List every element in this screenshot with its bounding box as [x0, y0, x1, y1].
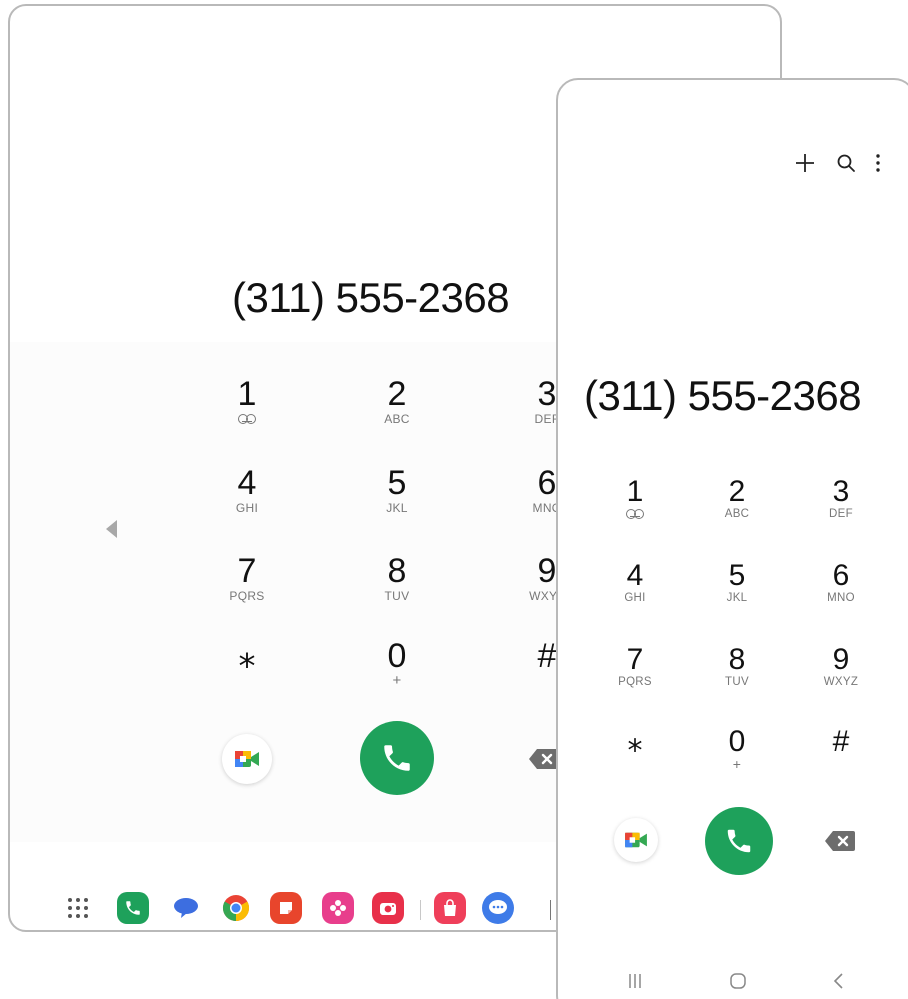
notes-app-icon[interactable] [270, 892, 302, 924]
key-letters: ABC [384, 412, 410, 426]
navigation-bar [558, 970, 908, 999]
camera-app-icon[interactable] [372, 892, 404, 924]
key-star[interactable]: ⁎ [590, 726, 680, 758]
key-5[interactable]: 5 JKL [347, 465, 447, 515]
key-digit: 2 [387, 375, 407, 413]
add-icon[interactable] [794, 152, 816, 174]
key-digit: 8 [387, 552, 407, 590]
home-icon[interactable] [729, 972, 747, 990]
backspace-icon [825, 831, 855, 851]
chrome-app-icon[interactable] [220, 892, 252, 924]
key-letters: MNO [827, 592, 855, 604]
key-letters: ABC [724, 508, 750, 520]
key-letters: GHI [235, 501, 259, 515]
blossom-app-icon[interactable] [322, 892, 354, 924]
apps-grid-icon[interactable] [68, 898, 90, 920]
key-4[interactable]: 4 GHI [197, 465, 297, 515]
key-digit: 2 [728, 475, 746, 508]
voicemail-icon [625, 508, 645, 519]
key-8[interactable]: 8 TUV [347, 553, 447, 603]
key-1[interactable]: 1 [590, 476, 680, 522]
call-button[interactable] [705, 807, 773, 875]
key-digit: 3 [832, 475, 850, 508]
phone-app-icon[interactable] [117, 892, 149, 924]
more-options-icon[interactable] [874, 153, 882, 173]
meet-icon [625, 832, 647, 848]
voicemail-icon [237, 413, 257, 424]
chat-app-icon[interactable] [482, 892, 514, 924]
key-digit: 9 [832, 643, 850, 676]
phone-device: (311) 555-2368 1 2 ABC 3 DEF 4 GHI 5 JKL… [556, 78, 908, 999]
key-digit: 8 [728, 643, 746, 676]
taskbar-divider [550, 900, 551, 920]
key-digit: 4 [237, 464, 257, 502]
key-digit: 7 [626, 643, 644, 676]
key-letters: + [732, 756, 742, 772]
video-call-button[interactable] [222, 734, 272, 784]
delete-button[interactable] [824, 830, 856, 852]
key-letters: DEF [829, 508, 853, 520]
key-letters: PQRS [618, 676, 652, 688]
key-digit: 4 [626, 559, 644, 592]
key-letters: + [392, 672, 402, 689]
call-button[interactable] [360, 721, 434, 795]
key-7[interactable]: 7 PQRS [197, 553, 297, 603]
key-letters: PQRS [229, 589, 265, 603]
key-digit: 5 [387, 464, 407, 502]
key-letters: TUV [384, 589, 410, 603]
key-9[interactable]: 9 WXYZ [796, 644, 886, 689]
key-1[interactable]: 1 [197, 376, 297, 426]
key-digit: # [832, 725, 850, 758]
key-digit: 5 [728, 559, 746, 592]
messages-app-icon[interactable] [170, 892, 202, 924]
key-digit: 0 [728, 725, 746, 758]
key-2[interactable]: 2 ABC [692, 476, 782, 521]
back-icon[interactable] [832, 972, 846, 990]
dialed-number: (311) 555-2368 [584, 372, 862, 419]
key-0[interactable]: 0 + [347, 638, 447, 688]
key-letters: GHI [624, 592, 646, 604]
key-letters: JKL [726, 592, 748, 604]
store-app-icon[interactable] [434, 892, 466, 924]
meet-icon [235, 751, 259, 767]
key-letters: TUV [725, 676, 749, 688]
key-digit: 6 [832, 559, 850, 592]
key-6[interactable]: 6 MNO [796, 560, 886, 605]
video-call-button[interactable] [614, 818, 658, 862]
key-0[interactable]: 0 + [692, 725, 782, 772]
key-hash[interactable]: # [796, 726, 886, 758]
key-8[interactable]: 8 TUV [692, 644, 782, 689]
key-star[interactable]: ⁎ [197, 638, 297, 674]
key-digit: 1 [626, 475, 644, 508]
search-icon[interactable] [836, 153, 856, 173]
key-letters: WXYZ [823, 676, 859, 688]
key-4[interactable]: 4 GHI [590, 560, 680, 605]
taskbar-divider [420, 900, 421, 920]
key-digit: ⁎ [238, 637, 256, 675]
key-digit: 0 [387, 637, 407, 675]
key-2[interactable]: 2 ABC [347, 376, 447, 426]
key-5[interactable]: 5 JKL [692, 560, 782, 605]
key-3[interactable]: 3 DEF [796, 476, 886, 521]
key-digit: 7 [237, 552, 257, 590]
dialed-number: (311) 555-2368 [232, 274, 510, 321]
phone-icon [727, 829, 751, 853]
left-arrow-icon[interactable] [106, 520, 117, 538]
phone-icon [384, 745, 410, 771]
key-digit: ⁎ [627, 725, 643, 758]
key-letters: JKL [386, 501, 408, 515]
key-7[interactable]: 7 PQRS [590, 644, 680, 689]
key-digit: 1 [237, 375, 257, 413]
recents-icon[interactable] [626, 972, 644, 990]
